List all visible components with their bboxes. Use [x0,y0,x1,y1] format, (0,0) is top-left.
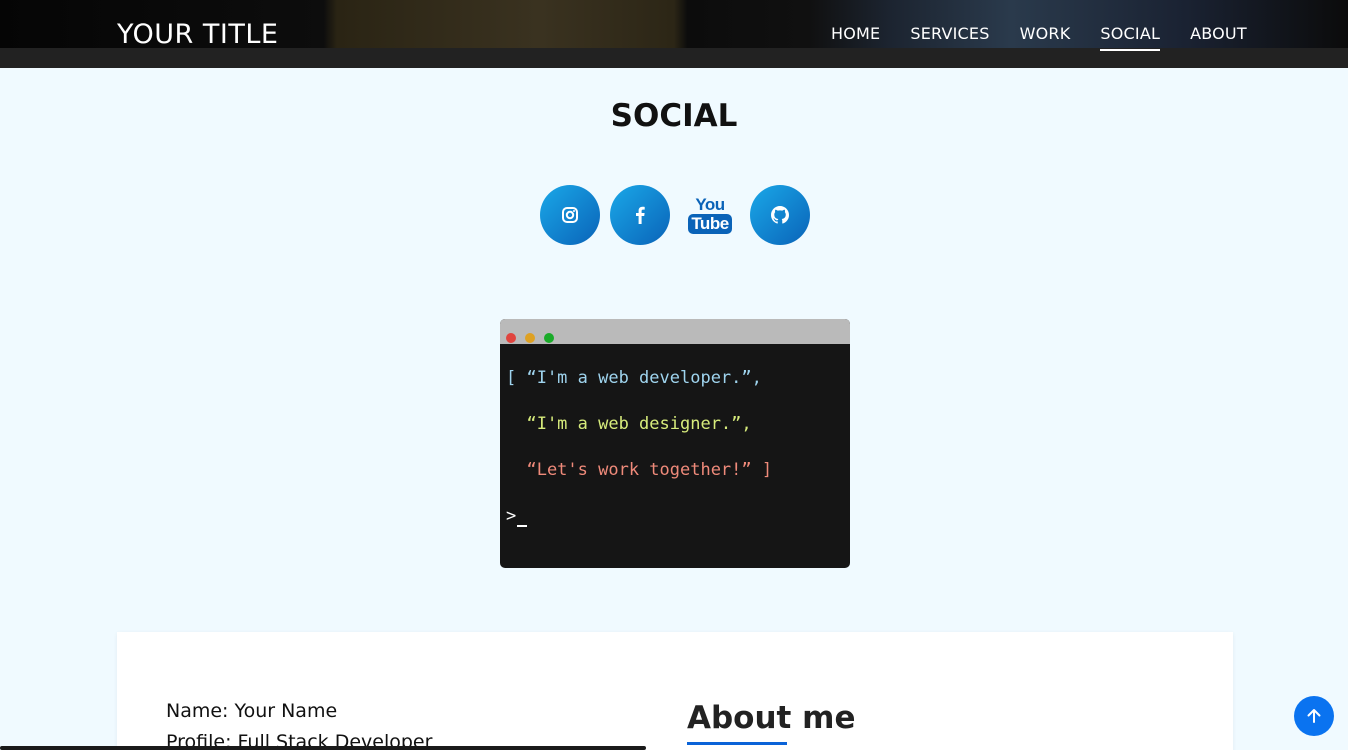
youtube-icon[interactable]: You Tube [680,185,740,245]
terminal-prompt: > [506,505,528,527]
youtube-logo-you: You [695,195,725,214]
about-title: About me [687,700,856,736]
arrow-up-icon [1307,709,1321,723]
terminal-window: [ “I'm a web developer.”, “I'm a web des… [500,319,850,568]
terminal-line: “I'm a web designer.”, [506,414,752,434]
back-to-top-button[interactable] [1294,696,1334,736]
maximize-dot-icon [544,333,554,343]
terminal-line: “Let's work together!” ] [506,460,773,480]
social-section-title: SOCIAL [610,98,738,134]
nav-work[interactable]: WORK [1020,24,1071,44]
site-header: YOUR TITLE HOME SERVICES WORK SOCIAL ABO… [0,0,1348,68]
horizontal-scrollbar[interactable] [0,746,646,750]
youtube-logo-tube: Tube [688,214,732,234]
about-title-underline [687,742,787,745]
prompt-symbol: > [506,506,517,526]
close-dot-icon [506,333,516,343]
nav-social[interactable]: SOCIAL [1100,24,1160,51]
terminal-cursor [517,525,528,527]
terminal-line: [ “I'm a web developer.”, [506,368,762,388]
nav-about[interactable]: ABOUT [1190,24,1247,44]
about-card: Name: Your Name Profile: Full Stack Deve… [117,632,1233,750]
social-links: You Tube [540,185,820,245]
nav-home[interactable]: HOME [831,24,880,44]
main-nav: HOME SERVICES WORK SOCIAL ABOUT [831,24,1247,51]
instagram-icon[interactable] [540,185,600,245]
name-line: Name: Your Name [166,700,338,722]
github-icon[interactable] [750,185,810,245]
site-title[interactable]: YOUR TITLE [117,18,278,52]
minimize-dot-icon [525,333,535,343]
facebook-icon[interactable] [610,185,670,245]
terminal-title-bar [500,319,850,344]
nav-services[interactable]: SERVICES [910,24,989,44]
